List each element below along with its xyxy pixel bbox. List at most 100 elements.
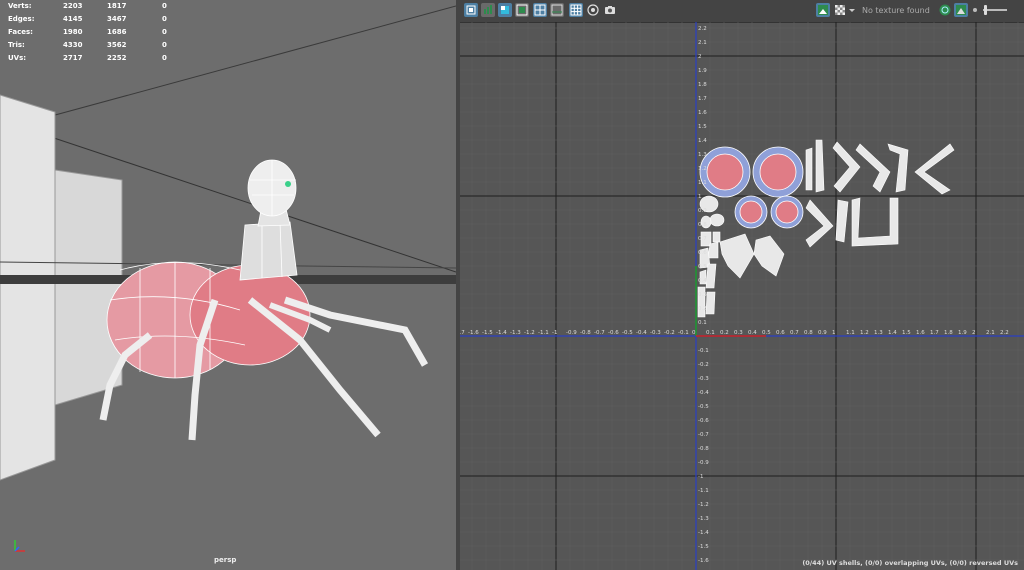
v-tick-label: 0.6 [698, 250, 707, 256]
v-tick-label: -0.7 [698, 432, 709, 438]
v-tick-label: -1.5 [698, 544, 709, 550]
v-tick-label: 2.2 [698, 26, 707, 32]
hud-value: 1686 [107, 28, 127, 36]
u-tick-label: -0.7 [594, 330, 605, 336]
hud-value: 3562 [107, 41, 127, 49]
uv-shell-eye-large[interactable] [699, 146, 751, 198]
v-tick-label: 1.1 [698, 180, 707, 186]
u-tick-label: -0.2 [664, 330, 675, 336]
uv-toolkit-icon[interactable] [464, 3, 478, 17]
uv-sets-icon[interactable] [938, 3, 952, 17]
isolate-select-icon[interactable] [586, 3, 600, 17]
uv-shell-leg[interactable] [815, 139, 825, 193]
uv-editor-panel[interactable]: No texture found 7 -1.6 -1.5 -1.4 -1.3 -… [460, 0, 1024, 570]
uv-shells[interactable] [697, 139, 955, 318]
uv-shell-head[interactable] [753, 235, 785, 277]
exposure-slider-handle[interactable] [984, 5, 987, 15]
u-tick-label: -1.7 [460, 330, 465, 336]
uv-shell-small[interactable] [705, 291, 716, 315]
v-tick-label: 2 [698, 54, 702, 60]
u-tick-label: 0.2 [720, 330, 729, 336]
uv-shell-leg[interactable] [832, 141, 861, 193]
v-tick-label: -1.1 [698, 488, 709, 494]
u-tick-label: -0.4 [636, 330, 647, 336]
v-tick-label: 0.5 [698, 264, 707, 270]
v-tick-label: 0.8 [698, 222, 707, 228]
uv-shell-small[interactable] [709, 213, 725, 227]
u-tick-label: 0.6 [776, 330, 785, 336]
spider-model[interactable] [99, 159, 429, 441]
viewport-scene[interactable] [0, 0, 456, 570]
uv-grid-icon[interactable] [533, 3, 547, 17]
uv-shell-head[interactable] [719, 233, 755, 279]
v-tick-label: 1.5 [698, 124, 707, 130]
u-tick-label: 0.1 [706, 330, 715, 336]
v-tick-label: -1 [698, 474, 703, 480]
uv-shell-eye-small[interactable] [734, 195, 768, 229]
hud-label: Tris: [8, 41, 25, 49]
exposure-icon[interactable] [954, 3, 968, 17]
uv-shell-eye-large[interactable] [752, 146, 804, 198]
v-tick-label: -1.6 [698, 558, 709, 564]
v-tick-label: -0.3 [698, 376, 709, 382]
v-tick-label: -0.8 [698, 446, 709, 452]
uv-shell-eye-small[interactable] [770, 195, 804, 229]
hud-label: Faces: [8, 28, 33, 36]
u-tick-label: 1.9 [958, 330, 967, 336]
view-axis-icon [14, 540, 25, 552]
v-tick-label: 0.3 [698, 292, 707, 298]
shaded-uvs-icon[interactable] [498, 3, 512, 17]
pixel-snap-icon[interactable] [550, 3, 564, 17]
texture-borders-icon[interactable] [515, 3, 529, 17]
uv-shell-small[interactable] [705, 263, 717, 289]
gamma-dot-icon [968, 3, 982, 17]
v-tick-label: -0.4 [698, 390, 709, 396]
u-tick-label: -0.6 [608, 330, 619, 336]
u-tick-label: 1.4 [888, 330, 897, 336]
uv-shell-small[interactable] [712, 231, 721, 243]
distortion-icon[interactable] [569, 3, 583, 17]
hud-value: 0 [162, 2, 167, 10]
checker-icon[interactable] [833, 3, 847, 17]
uv-shell-leg[interactable] [835, 199, 849, 243]
u-tick-label: -0.1 [678, 330, 689, 336]
hud-value: 0 [162, 15, 167, 23]
v-tick-label: -0.9 [698, 460, 709, 466]
camera-name-label: persp [214, 556, 237, 564]
hud-value: 4145 [63, 15, 83, 23]
uv-grid-canvas[interactable]: -1.7-1.6-1.5-1.4-1.3-1.2-1.1-1-0.9-0.8-0… [460, 22, 1024, 570]
v-tick-label: -0.1 [698, 348, 709, 354]
uv-shell-leg[interactable] [851, 197, 899, 247]
display-image-icon[interactable] [816, 3, 830, 17]
hud-value: 0 [162, 41, 167, 49]
u-tick-label: 0.7 [790, 330, 799, 336]
u-tick-label: -0.9 [566, 330, 577, 336]
u-tick-label: -0.3 [650, 330, 661, 336]
uv-stats-status: (0/44) UV shells, (0/0) overlapping UVs,… [802, 559, 1018, 567]
v-tick-label: 1.2 [698, 166, 707, 172]
texture-name-label: No texture found [862, 6, 930, 15]
u-tick-label: 0.4 [748, 330, 757, 336]
u-tick-label: 2 [972, 330, 976, 336]
uv-shell-leg[interactable] [805, 147, 813, 191]
v-tick-label: 2.1 [698, 40, 707, 46]
hud-value: 2252 [107, 54, 127, 62]
v-tick-label: 1.8 [698, 82, 707, 88]
dropdown-icon[interactable] [847, 3, 861, 17]
u-tick-label: -0.5 [622, 330, 633, 336]
snapshot-icon[interactable] [603, 3, 617, 17]
v-tick-label: 0.9 [698, 208, 707, 214]
u-tick-label: -1.1 [538, 330, 549, 336]
v-tick-label: 1.7 [698, 96, 707, 102]
perspective-viewport[interactable]: Verts: 2203 1817 0 Edges: 4145 3467 0 Fa… [0, 0, 456, 570]
hud-value: 4330 [63, 41, 83, 49]
uv-shell-leg[interactable] [805, 199, 834, 248]
image-filter-icon[interactable] [481, 3, 495, 17]
hud-label: Verts: [8, 2, 32, 10]
v-tick-label: 1.4 [698, 138, 707, 144]
v-tick-label: 0.7 [698, 236, 707, 242]
u-tick-label: 2.2 [1000, 330, 1009, 336]
u-tick-label: -1.6 [468, 330, 479, 336]
v-tick-label: -1.2 [698, 502, 709, 508]
u-tick-label: 0 [692, 330, 696, 336]
